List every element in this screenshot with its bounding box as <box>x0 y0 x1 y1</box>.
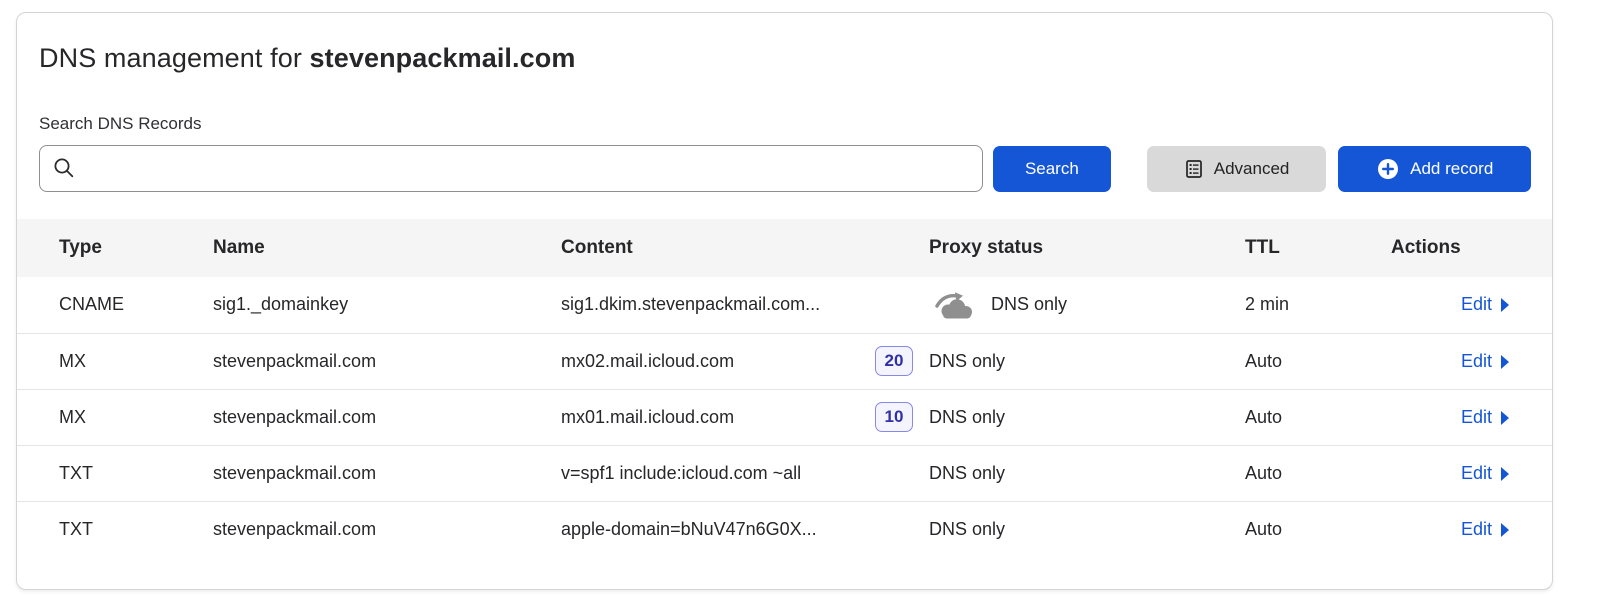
proxy-status: DNS only <box>991 294 1067 315</box>
column-header-type: Type <box>17 219 213 277</box>
chevron-right-icon <box>1500 467 1510 481</box>
page-title-prefix: DNS management for <box>39 43 310 73</box>
advanced-button[interactable]: Advanced <box>1147 146 1327 192</box>
table-row: MX stevenpackmail.com mx02.mail.icloud.c… <box>17 333 1552 389</box>
record-content: v=spf1 include:icloud.com ~all <box>561 463 801 484</box>
add-record-button-label: Add record <box>1410 159 1493 179</box>
record-name: stevenpackmail.com <box>213 389 561 445</box>
column-header-proxy-status: Proxy status <box>929 219 1245 277</box>
record-type: MX <box>17 389 213 445</box>
table-row: CNAME sig1._domainkey sig1.dkim.stevenpa… <box>17 277 1552 333</box>
record-content: mx01.mail.icloud.com <box>561 407 734 428</box>
record-type: TXT <box>17 501 213 557</box>
search-box <box>39 145 983 192</box>
record-type: CNAME <box>17 277 213 333</box>
mx-priority-badge: 20 <box>875 346 913 376</box>
edit-label: Edit <box>1461 407 1492 428</box>
edit-link[interactable]: Edit <box>1461 407 1510 428</box>
chevron-right-icon <box>1500 298 1510 312</box>
search-icon <box>53 157 75 179</box>
chevron-right-icon <box>1500 355 1510 369</box>
list-document-icon <box>1184 159 1204 179</box>
edit-link[interactable]: Edit <box>1461 519 1510 540</box>
mx-priority-badge: 10 <box>875 402 913 432</box>
edit-link[interactable]: Edit <box>1461 463 1510 484</box>
dns-records-table: Type Name Content Proxy status TTL Actio… <box>17 219 1552 557</box>
search-label: Search DNS Records <box>17 114 1552 134</box>
record-type: TXT <box>17 445 213 501</box>
search-button-label: Search <box>1025 159 1079 179</box>
record-name: stevenpackmail.com <box>213 333 561 389</box>
dns-only-cloud-icon <box>933 290 977 320</box>
record-type: MX <box>17 333 213 389</box>
record-ttl: Auto <box>1245 389 1391 445</box>
proxy-status: DNS only <box>929 519 1005 540</box>
edit-label: Edit <box>1461 294 1492 315</box>
record-name: sig1._domainkey <box>213 277 561 333</box>
search-button[interactable]: Search <box>993 146 1111 192</box>
record-ttl: Auto <box>1245 445 1391 501</box>
chevron-right-icon <box>1500 411 1510 425</box>
table-row: MX stevenpackmail.com mx01.mail.icloud.c… <box>17 389 1552 445</box>
record-ttl: Auto <box>1245 501 1391 557</box>
column-header-actions: Actions <box>1391 219 1552 277</box>
column-header-ttl: TTL <box>1245 219 1391 277</box>
edit-link[interactable]: Edit <box>1461 351 1510 372</box>
table-row: TXT stevenpackmail.com apple-domain=bNuV… <box>17 501 1552 557</box>
record-name: stevenpackmail.com <box>213 445 561 501</box>
record-content: sig1.dkim.stevenpackmail.com... <box>561 294 820 315</box>
edit-label: Edit <box>1461 519 1492 540</box>
record-ttl: 2 min <box>1245 277 1391 333</box>
page-title: DNS management for stevenpackmail.com <box>17 43 1552 74</box>
chevron-right-icon <box>1500 523 1510 537</box>
record-name: stevenpackmail.com <box>213 501 561 557</box>
plus-circle-icon <box>1376 157 1400 181</box>
table-row: TXT stevenpackmail.com v=spf1 include:ic… <box>17 445 1552 501</box>
table-header-row: Type Name Content Proxy status TTL Actio… <box>17 219 1552 277</box>
search-toolbar: Search Advanced <box>17 145 1552 192</box>
page-title-domain: stevenpackmail.com <box>310 43 576 73</box>
record-content: apple-domain=bNuV47n6G0X... <box>561 519 817 540</box>
edit-label: Edit <box>1461 351 1492 372</box>
add-record-button[interactable]: Add record <box>1338 146 1531 192</box>
proxy-status: DNS only <box>929 351 1005 372</box>
edit-link[interactable]: Edit <box>1461 294 1510 315</box>
proxy-status: DNS only <box>929 463 1005 484</box>
column-header-name: Name <box>213 219 561 277</box>
proxy-status: DNS only <box>929 407 1005 428</box>
edit-label: Edit <box>1461 463 1492 484</box>
search-input[interactable] <box>39 145 983 192</box>
column-header-content: Content <box>561 219 929 277</box>
record-content: mx02.mail.icloud.com <box>561 351 734 372</box>
advanced-button-label: Advanced <box>1214 159 1290 179</box>
record-ttl: Auto <box>1245 333 1391 389</box>
dns-management-card: DNS management for stevenpackmail.com Se… <box>16 12 1553 590</box>
